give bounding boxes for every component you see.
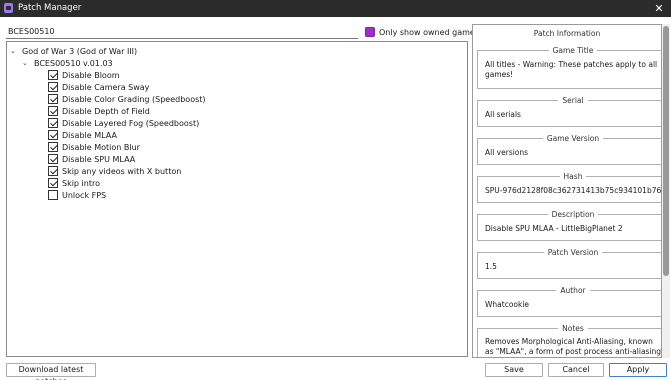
patch-item[interactable]: Disable MLAA	[48, 129, 117, 141]
owned-games-toggle[interactable]: Only show owned games	[365, 26, 479, 38]
download-patches-button[interactable]: Download latest patches	[6, 363, 96, 380]
patch-version-group: Patch Version 1.5	[477, 248, 661, 279]
patch-info-panel: Patch Information Game Title All titles …	[472, 24, 662, 358]
author-value: Whatcookie	[485, 300, 530, 309]
patch-checkbox[interactable]	[48, 142, 58, 152]
patch-item[interactable]: Disable Layered Fog (Speedboost)	[48, 117, 199, 129]
chevron-down-icon[interactable]: ⌄	[10, 47, 18, 55]
patch-label: Disable Depth of Field	[62, 106, 150, 116]
patch-label: Disable SPU MLAA	[62, 154, 136, 164]
apply-button[interactable]: Apply	[609, 363, 667, 377]
app-icon	[4, 3, 13, 13]
hash-label: Hash	[559, 172, 587, 181]
patch-checkbox[interactable]	[48, 70, 58, 80]
patch-label: Disable Camera Sway	[62, 82, 150, 92]
game-title-group: Game Title All titles - Warning: These p…	[477, 46, 661, 89]
patch-item[interactable]: Unlock FPS	[48, 189, 106, 201]
owned-games-label: Only show owned games	[379, 27, 479, 37]
patch-checkbox[interactable]	[48, 94, 58, 104]
patch-label: Unlock FPS	[62, 190, 107, 200]
save-button[interactable]: Save	[485, 363, 543, 377]
hash-value: SPU-976d2128f08c362731413b75c934101b76c3…	[485, 186, 662, 195]
patch-checkbox[interactable]	[48, 106, 58, 116]
serial-group: Serial All serials	[477, 96, 661, 127]
patch-checkbox[interactable]	[48, 190, 58, 200]
patch-checkbox[interactable]	[48, 118, 58, 128]
author-group: Author Whatcookie	[477, 286, 661, 317]
patch-label: Disable Layered Fog (Speedboost)	[62, 118, 200, 128]
cancel-button[interactable]: Cancel	[548, 363, 604, 377]
hash-group: Hash SPU-976d2128f08c362731413b75c934101…	[477, 172, 662, 203]
tree-game-label: God of War 3 (God of War III)	[22, 46, 138, 56]
description-group: Description Disable SPU MLAA - LittleBig…	[477, 210, 661, 241]
patch-checkbox[interactable]	[48, 178, 58, 188]
close-icon[interactable]: ✕	[647, 0, 671, 17]
window-title: Patch Manager	[18, 3, 82, 13]
game-version-group: Game Version All versions	[477, 134, 661, 165]
patch-tree[interactable]: ⌄ God of War 3 (God of War III) ⌄ BCES00…	[6, 41, 468, 357]
serial-label: Serial	[558, 96, 588, 105]
tree-game-node[interactable]: ⌄ God of War 3 (God of War III)	[10, 45, 137, 57]
patch-item[interactable]: Disable Depth of Field	[48, 105, 150, 117]
game-title-label: Game Title	[548, 46, 598, 55]
description-value: Disable SPU MLAA - LittleBigPlanet 2	[485, 224, 623, 233]
game-title-value: All titles - Warning: These patches appl…	[485, 60, 658, 79]
tree-serial-node[interactable]: ⌄ BCES00510 v.01.03	[22, 57, 113, 69]
patch-version-value: 1.5	[485, 262, 497, 271]
patch-label: Disable MLAA	[62, 130, 117, 140]
patch-item[interactable]: Disable Color Grading (Speedboost)	[48, 93, 206, 105]
notes-value: Removes Morphological Anti-Aliasing, kno…	[485, 337, 662, 356]
patch-item[interactable]: Skip any videos with X button	[48, 165, 181, 177]
search-input[interactable]	[6, 24, 358, 39]
chevron-down-icon[interactable]: ⌄	[22, 59, 30, 67]
patch-item[interactable]: Skip intro	[48, 177, 100, 189]
title-bar: Patch Manager ✕	[0, 0, 671, 17]
patch-info-heading: Patch Information	[533, 29, 601, 38]
patch-checkbox[interactable]	[48, 82, 58, 92]
patch-label: Skip any videos with X button	[62, 166, 182, 176]
notes-label: Notes	[558, 324, 588, 333]
patch-item[interactable]: Disable SPU MLAA	[48, 153, 135, 165]
tree-serial-label: BCES00510 v.01.03	[34, 58, 113, 68]
patch-checkbox[interactable]	[48, 166, 58, 176]
patch-label: Disable Color Grading (Speedboost)	[62, 94, 206, 104]
patch-checkbox[interactable]	[48, 130, 58, 140]
patch-label: Skip intro	[62, 178, 100, 188]
owned-games-checkbox[interactable]	[365, 27, 375, 37]
notes-group: Notes Removes Morphological Anti-Aliasin…	[477, 324, 662, 357]
author-label: Author	[556, 286, 590, 295]
patch-item[interactable]: Disable Camera Sway	[48, 81, 149, 93]
patch-version-label: Patch Version	[543, 248, 603, 257]
patch-checkbox[interactable]	[48, 154, 58, 164]
patch-item[interactable]: Disable Bloom	[48, 69, 120, 81]
patch-label: Disable Bloom	[62, 70, 120, 80]
serial-value: All serials	[485, 110, 521, 119]
patch-label: Disable Motion Blur	[62, 142, 140, 152]
description-label: Description	[547, 210, 599, 219]
info-scrollbar-thumb[interactable]	[663, 26, 669, 276]
patch-item[interactable]: Disable Motion Blur	[48, 141, 140, 153]
game-version-value: All versions	[485, 148, 529, 157]
game-version-label: Game Version	[542, 134, 604, 143]
